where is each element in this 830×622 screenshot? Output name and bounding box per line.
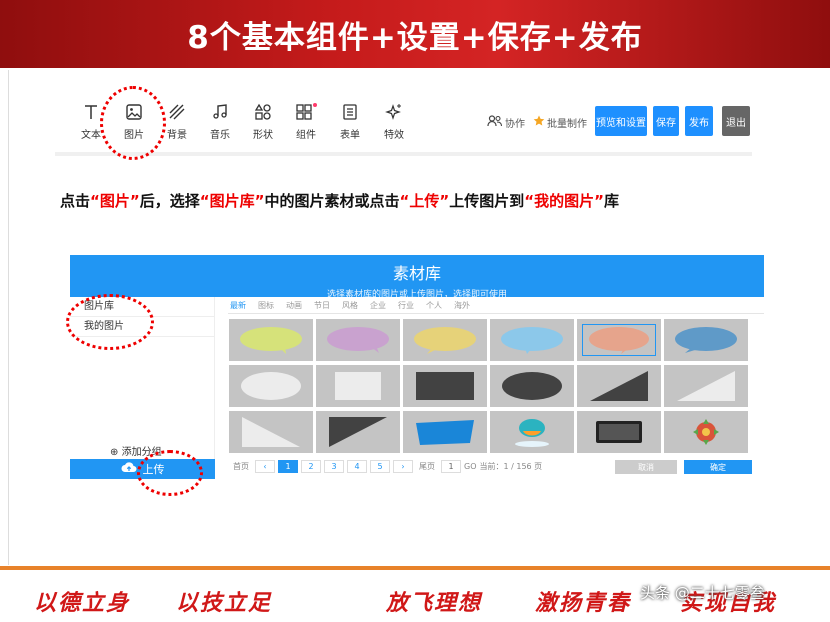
last-page-link[interactable]: 尾页 xyxy=(416,460,438,473)
tab-category[interactable]: 节日 xyxy=(314,300,330,311)
image-tile[interactable] xyxy=(316,365,400,407)
material-library-dialog: 素材库 选择素材库的图片或上传图片，选择即可使用 图片库 我的图片 ⊕ 添加分组… xyxy=(70,255,764,479)
pagination: 首页 ‹ 1 2 3 4 5 › 尾页 1 GO 当前：1 / 156 页 xyxy=(230,460,542,473)
form-icon xyxy=(330,101,370,123)
tab-category[interactable]: 行业 xyxy=(398,300,414,311)
go-button[interactable]: GO xyxy=(464,462,477,471)
image-tile[interactable] xyxy=(403,319,487,361)
tab-category[interactable]: 动画 xyxy=(286,300,302,311)
highlight-circle-library xyxy=(66,294,154,350)
page-number[interactable]: 1 xyxy=(278,460,298,473)
batch-label: 批量制作 xyxy=(547,119,587,130)
tab-category[interactable]: 风格 xyxy=(342,300,358,311)
tool-music[interactable]: 音乐 xyxy=(200,101,240,141)
next-page-button[interactable]: › xyxy=(393,460,413,473)
page-number[interactable]: 3 xyxy=(324,460,344,473)
page-number[interactable]: 4 xyxy=(347,460,367,473)
collab-button[interactable]: 协作 xyxy=(487,115,525,130)
image-tile[interactable] xyxy=(577,411,661,453)
highlight-circle-image xyxy=(100,86,166,160)
confirm-button[interactable]: 确定 xyxy=(684,460,752,474)
instr-part: 后，选择 xyxy=(139,192,200,210)
tool-label: 表单 xyxy=(340,130,360,141)
image-tile[interactable] xyxy=(229,365,313,407)
tool-label: 音乐 xyxy=(210,130,230,141)
publish-button[interactable]: 发布 xyxy=(685,106,713,136)
tab-category[interactable]: 企业 xyxy=(370,300,386,311)
music-icon xyxy=(200,101,240,123)
first-page-link[interactable]: 首页 xyxy=(230,460,252,473)
image-tile[interactable] xyxy=(403,411,487,453)
page-number[interactable]: 2 xyxy=(301,460,321,473)
footer-slogan: 以技立足 xyxy=(176,590,273,616)
tool-shapes[interactable]: 形状 xyxy=(243,101,283,141)
image-grid xyxy=(229,319,752,453)
image-tile[interactable] xyxy=(664,365,748,407)
image-tile[interactable] xyxy=(664,411,748,453)
image-tile[interactable] xyxy=(664,319,748,361)
footer-slogan: 激扬青春 xyxy=(535,590,632,616)
batch-button[interactable]: 批量制作 xyxy=(533,115,587,130)
instr-highlight: “图片库” xyxy=(199,192,265,210)
tool-label: 特效 xyxy=(384,130,404,141)
tool-label: 组件 xyxy=(296,130,316,141)
page-number[interactable]: 5 xyxy=(370,460,390,473)
instr-part: 中的图片素材或点击 xyxy=(264,192,400,210)
cloud-upload-icon xyxy=(121,462,137,476)
image-tile[interactable] xyxy=(490,319,574,361)
toolbar-divider xyxy=(55,152,752,156)
save-button[interactable]: 保存 xyxy=(653,106,679,136)
tab-category[interactable]: 最新 xyxy=(230,300,246,311)
users-icon xyxy=(487,115,503,130)
dialog-title: 素材库 xyxy=(392,264,441,283)
footer-slogan: 放飞理想 xyxy=(386,590,483,616)
sparkle-icon xyxy=(374,101,414,123)
page-status: 当前：1 / 156 页 xyxy=(479,462,543,471)
instr-part: 点击 xyxy=(60,192,91,210)
tool-form[interactable]: 表单 xyxy=(330,101,370,141)
tabs-divider xyxy=(228,313,764,314)
instruction-text: 点击“图片”后，选择“图片库”中的图片素材或点击“上传”上传图片到“我的图片”库 xyxy=(60,190,619,211)
tab-category[interactable]: 海外 xyxy=(454,300,470,311)
preview-settings-button[interactable]: 预览和设置 xyxy=(595,106,647,136)
page-jump-input[interactable]: 1 xyxy=(441,460,461,473)
highlight-circle-upload xyxy=(137,450,203,496)
instr-highlight: “上传” xyxy=(399,192,450,210)
watermark: 头条 @二十七零叁 xyxy=(640,584,765,602)
image-tile[interactable] xyxy=(229,319,313,361)
shapes-icon xyxy=(243,101,283,123)
instr-part: 库 xyxy=(603,192,619,210)
collab-label: 协作 xyxy=(505,119,525,130)
image-tile-selected[interactable] xyxy=(577,319,661,361)
exit-button[interactable]: 退出 xyxy=(722,106,750,136)
tool-component[interactable]: 组件 xyxy=(286,101,326,141)
image-tile[interactable] xyxy=(490,365,574,407)
image-tile[interactable] xyxy=(316,411,400,453)
cancel-button[interactable]: 取消 xyxy=(615,460,677,474)
title-banner: 8个基本组件+设置+保存+发布 xyxy=(0,0,830,68)
tool-label: 形状 xyxy=(253,130,273,141)
dialog-header: 素材库 选择素材库的图片或上传图片，选择即可使用 xyxy=(70,255,764,300)
category-tabs: 最新 图标 动画 节日 风格 企业 行业 个人 海外 xyxy=(230,300,470,311)
plus-circle-icon: ⊕ xyxy=(110,447,119,458)
image-tile[interactable] xyxy=(403,365,487,407)
tab-category[interactable]: 图标 xyxy=(258,300,274,311)
image-tile[interactable] xyxy=(316,319,400,361)
tool-effects[interactable]: 特效 xyxy=(374,101,414,141)
component-icon xyxy=(286,101,326,123)
image-tile[interactable] xyxy=(577,365,661,407)
instr-part: 上传图片到 xyxy=(449,192,525,210)
image-tile[interactable] xyxy=(490,411,574,453)
left-divider xyxy=(8,70,9,565)
footer-slogan: 以德立身 xyxy=(34,590,131,616)
instr-highlight: “我的图片” xyxy=(524,192,604,210)
image-tile[interactable] xyxy=(229,411,313,453)
prev-page-button[interactable]: ‹ xyxy=(255,460,275,473)
instr-highlight: “图片” xyxy=(90,192,140,210)
banner-title: 8个基本组件+设置+保存+发布 xyxy=(187,19,643,56)
star-icon xyxy=(533,115,545,130)
tab-category[interactable]: 个人 xyxy=(426,300,442,311)
footer-divider xyxy=(0,566,830,570)
